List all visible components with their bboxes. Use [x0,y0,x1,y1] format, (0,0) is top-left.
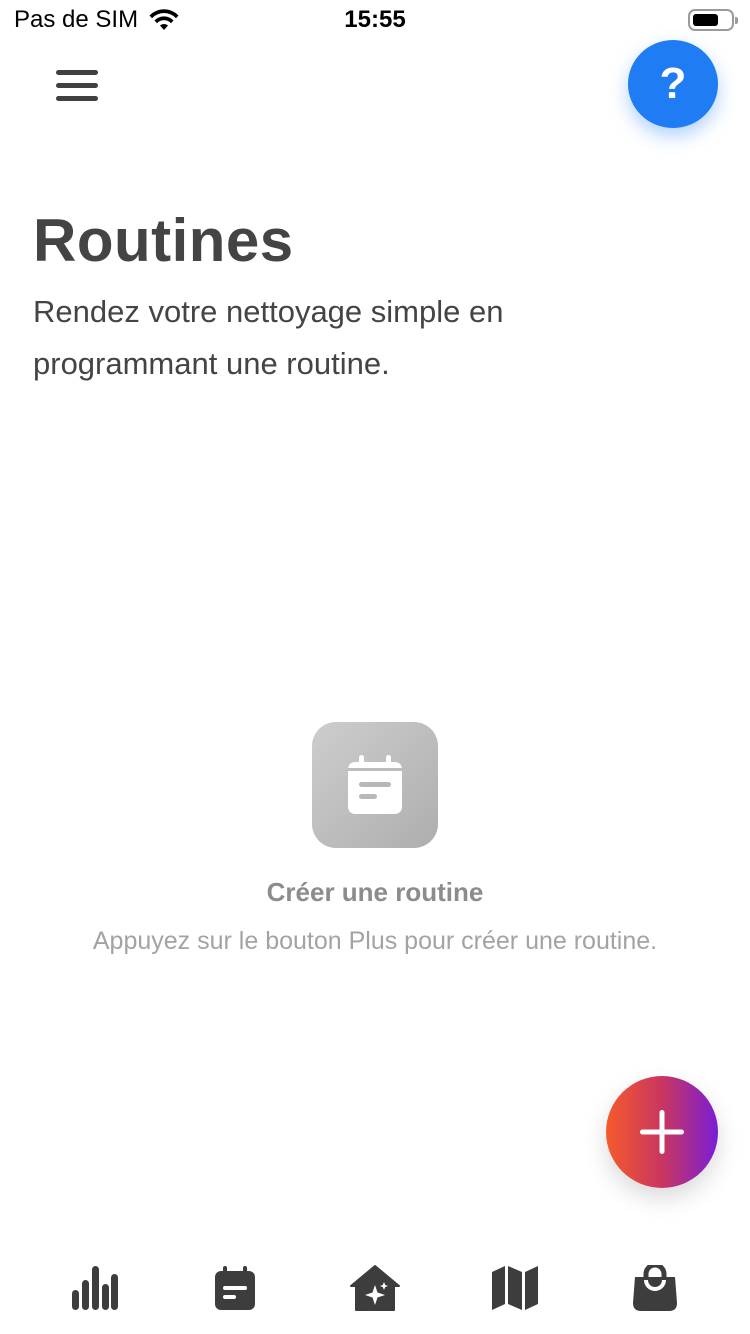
status-bar: Pas de SIM 15:55 [0,0,750,42]
empty-state-title: Créer une routine [266,877,484,907]
stats-bars-icon [72,1266,118,1310]
calendar-note-icon [215,1266,255,1310]
add-routine-button[interactable] [606,1076,718,1188]
bottom-nav [0,1240,750,1334]
calendar-note-icon [312,722,438,848]
menu-line [56,95,98,101]
help-button[interactable]: ? [628,40,718,128]
menu-line [56,82,98,88]
empty-state-calendar-glyph [348,755,402,814]
page-subtitle: Rendez votre nettoyage simple en program… [33,294,504,381]
shopping-bag-icon [633,1265,677,1311]
battery-icon [688,9,738,31]
nav-item-map[interactable] [465,1258,565,1318]
plus-icon [640,1110,684,1154]
menu-line [56,69,98,75]
status-time: 15:55 [344,6,406,33]
nav-item-shop[interactable] [605,1258,705,1318]
nav-item-stats[interactable] [45,1258,145,1318]
hamburger-menu-icon[interactable] [50,62,104,108]
battery-fill [693,14,718,26]
nav-item-home[interactable] [325,1258,425,1318]
nav-item-routines[interactable] [185,1258,285,1318]
empty-state-description: Appuyez sur le bouton Plus pour créer un… [92,927,658,955]
page-title: Routines [33,207,294,274]
map-icon [492,1266,538,1310]
question-mark-icon: ? [659,59,687,108]
home-sparkle-icon [350,1265,400,1311]
